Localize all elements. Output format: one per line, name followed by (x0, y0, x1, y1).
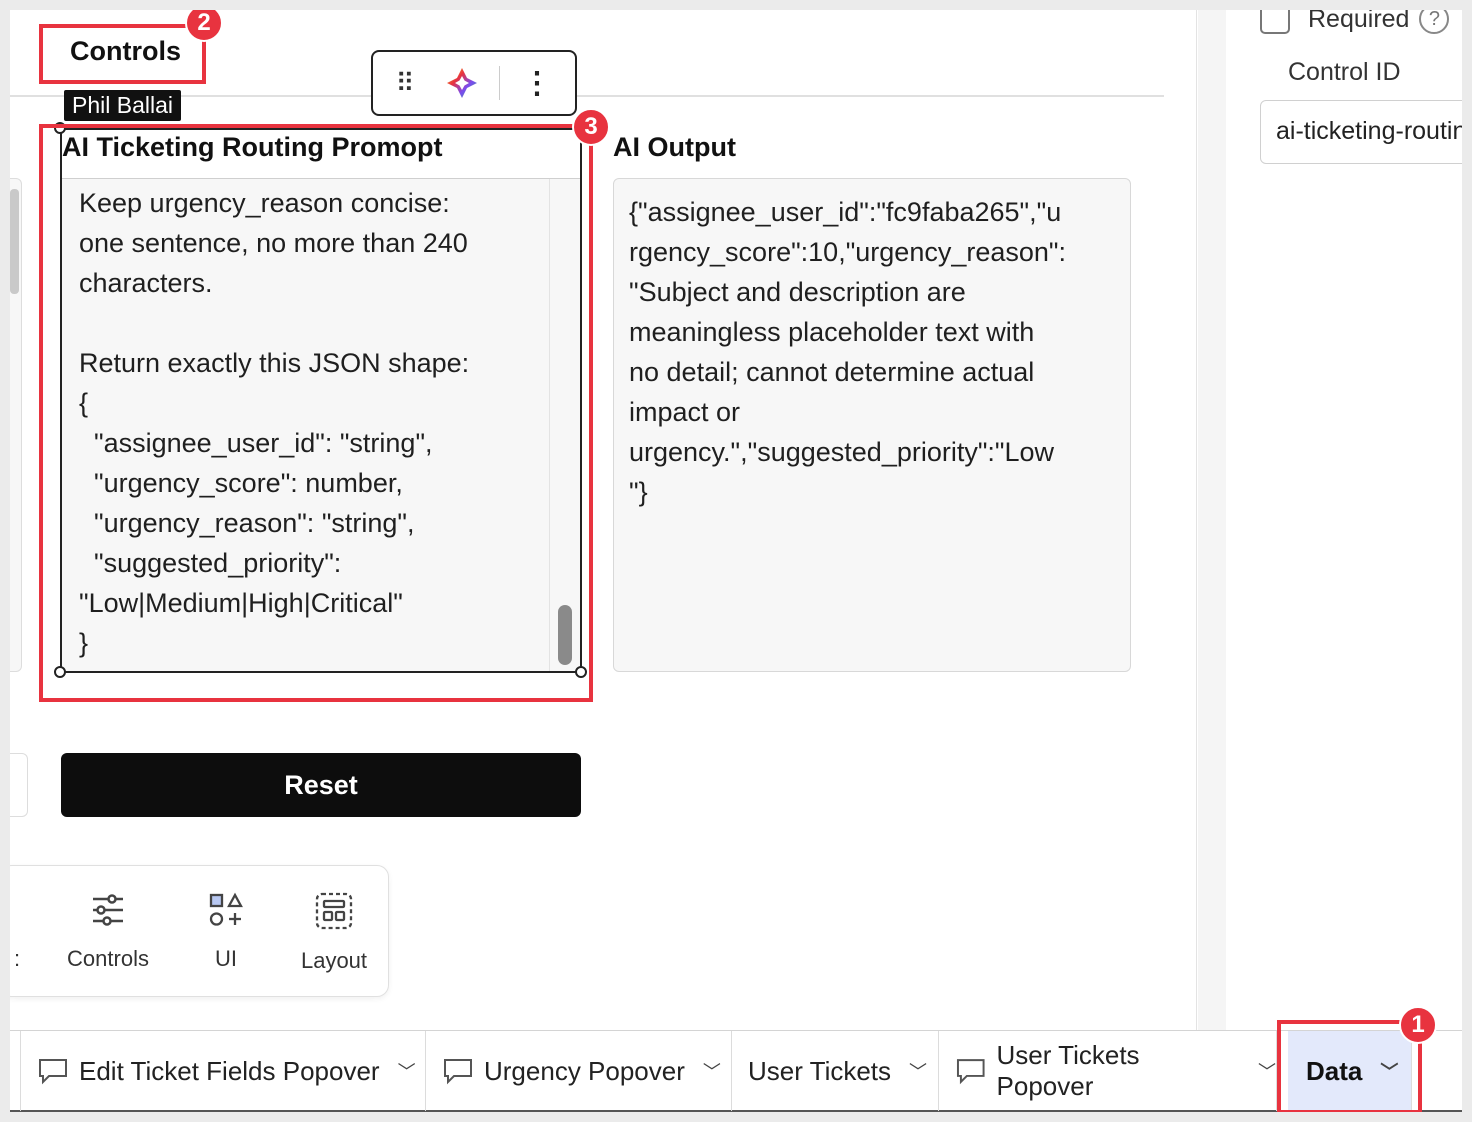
toolbar-separator (499, 66, 500, 100)
adjacent-scrollbar[interactable] (10, 189, 19, 294)
annotation-box-2 (39, 24, 206, 84)
popover-icon (444, 1059, 472, 1085)
help-icon[interactable]: ? (1419, 10, 1450, 34)
output-text: {"assignee_user_id":"fc9faba265","u rgen… (629, 197, 1066, 507)
insert-controls-label: Controls (67, 946, 149, 971)
tab-label: Urgency Popover (484, 1055, 685, 1086)
required-label: Required (1308, 10, 1410, 33)
app-frame: Controls Phil Ballai ⠿ ⋮ AI Ticketing Ro… (10, 10, 1462, 1112)
tab-user-tickets[interactable]: User Tickets ﹀ (732, 1031, 939, 1111)
popover-icon (956, 1059, 985, 1085)
tab-user-tickets-popover[interactable]: User Tickets Popover ﹀ (939, 1031, 1277, 1111)
shapes-icon (209, 892, 243, 926)
ai-assistant-icon[interactable] (437, 66, 487, 100)
control-id-input[interactable]: ai-ticketing-routing-prompt (1260, 100, 1462, 164)
tab-edit-ticket-fields-popover[interactable]: Edit Ticket Fields Popover ﹀ (20, 1031, 426, 1111)
element-toolbar: ⠿ ⋮ (371, 50, 577, 116)
drag-handle-icon[interactable]: ⠿ (373, 68, 437, 99)
output-control-label: AI Output (613, 132, 736, 162)
annotation-badge-3: 3 (572, 108, 610, 146)
adjacent-input-edge[interactable] (10, 753, 28, 817)
insert-element-panel: : Controls UI Layout (10, 865, 389, 997)
control-id-label: Control ID (1288, 58, 1401, 86)
properties-panel: Required ? Control ID ai-ticketing-routi… (1198, 10, 1462, 1030)
insert-layout-button[interactable]: Layout (289, 892, 379, 974)
author-tag: Phil Ballai (64, 90, 181, 121)
layout-grid-icon (315, 892, 353, 930)
tab-label: Edit Ticket Fields Popover (79, 1055, 380, 1086)
tab-urgency-popover[interactable]: Urgency Popover ﹀ (426, 1031, 732, 1111)
section-divider (10, 95, 1164, 97)
required-row: Required ? (1260, 10, 1450, 34)
more-options-icon[interactable]: ⋮ (512, 66, 562, 101)
tab-label: User Tickets Popover (996, 1040, 1140, 1101)
popover-icon (39, 1059, 67, 1085)
insert-layout-label: Layout (300, 948, 368, 973)
sliders-icon (93, 894, 123, 926)
chevron-down-icon[interactable]: ﹀ (703, 1058, 721, 1084)
insert-ui-label: UI (215, 946, 237, 971)
tab-label: User Tickets (748, 1055, 892, 1086)
insert-controls-button[interactable]: Controls (63, 892, 153, 972)
output-textarea[interactable]: {"assignee_user_id":"fc9faba265","u rgen… (613, 178, 1131, 672)
annotation-badge-1: 1 (1399, 1006, 1437, 1044)
chevron-down-icon[interactable]: ﹀ (1258, 1058, 1276, 1084)
required-checkbox[interactable] (1260, 10, 1290, 34)
insert-ui-button[interactable]: UI (191, 892, 261, 972)
chevron-down-icon[interactable]: ﹀ (398, 1058, 416, 1084)
reset-button[interactable]: Reset (61, 753, 581, 817)
annotation-box-3 (39, 124, 593, 702)
chevron-down-icon[interactable]: ﹀ (909, 1058, 927, 1084)
insert-item-cut-off: : (14, 946, 21, 971)
adjacent-element-edge (10, 178, 22, 672)
page-tab-bar: Edit Ticket Fields Popover ﹀ Urgency Pop… (10, 1030, 1462, 1112)
